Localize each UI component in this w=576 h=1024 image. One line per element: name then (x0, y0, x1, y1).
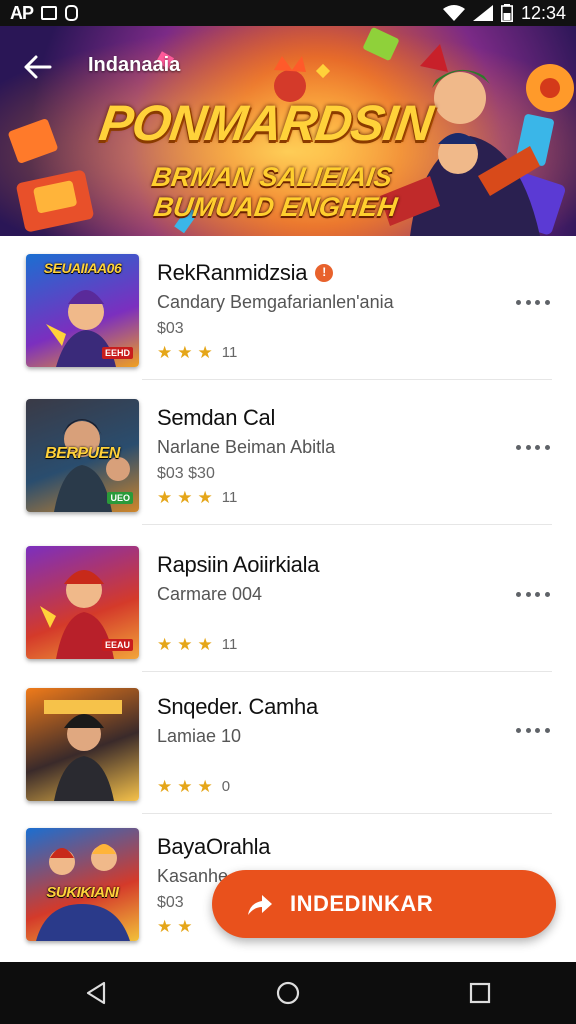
thumbnail-art (44, 700, 122, 801)
star-icon: ★ (177, 635, 193, 654)
notification-icon (41, 6, 58, 20)
star-icon: ★ (157, 343, 173, 362)
app-thumbnail: BERPUEN UEO (26, 399, 139, 512)
more-options-button[interactable] (516, 439, 550, 455)
sync-icon (65, 5, 79, 21)
back-button[interactable] (20, 52, 56, 82)
star-icon: ★ (197, 488, 213, 507)
nav-home-button[interactable] (258, 963, 318, 1023)
rating: ★ ★ ★ 11 (157, 344, 237, 361)
thumbnail-title: SEUAIIAA06 (43, 260, 122, 276)
rating-value: 11 (221, 636, 238, 653)
rating: ★ ★ ★ 11 (157, 636, 237, 653)
list-item[interactable]: Snqeder. Camha Lamiae 10 ★ ★ ★ 0 (0, 670, 576, 814)
home-circle-icon (276, 981, 300, 1005)
rating-value: 11 (221, 489, 238, 506)
star-icon: ★ (177, 917, 193, 936)
app-thumbnail: SEUAIIAA06 EEHD (26, 254, 139, 367)
banner-headline: PONMARDSIN (96, 95, 436, 151)
status-bar: AP 12:34 (0, 0, 576, 26)
star-icon: ★ (197, 343, 213, 362)
thumbnail-badge: EEAU (101, 639, 133, 651)
list-item[interactable]: EEAU Rapsiin Aoiirkiala Carmare 004 ★ ★ … (0, 528, 576, 672)
thumbnail-badge: UEO (107, 492, 133, 504)
star-icon: ★ (177, 488, 193, 507)
fab-label: INDEDINKAR (290, 891, 434, 916)
rating-value: 0 (221, 778, 231, 795)
app-title: BayaOrahla (157, 834, 271, 859)
thumbnail-title: SUKIKIANI (46, 884, 119, 901)
star-icon: ★ (197, 635, 213, 654)
thumbnail-title: BERPUEN (45, 445, 120, 462)
app-thumbnail (26, 688, 139, 801)
app-subtitle: Lamiae 10 (157, 726, 242, 746)
rating-value: 11 (221, 344, 238, 361)
star-icon: ★ (157, 777, 173, 796)
more-options-button[interactable] (516, 586, 550, 602)
list-item[interactable]: SEUAIIAA06 EEHD RekRanmidzsia Candary Be… (0, 236, 576, 380)
banner-subline-2: BUMUAD ENGHEH (151, 192, 400, 222)
hero-banner: Indanaaia PONMARDSIN BRMAN SALIEIAIS BUM… (0, 26, 576, 236)
app-subtitle: Candary Bemgafarianlen'ania (157, 292, 394, 312)
rating: ★ ★ ★ 11 (157, 489, 237, 506)
system-nav-bar (0, 962, 576, 1024)
install-fab-button[interactable]: INDEDINKAR (212, 870, 556, 938)
verified-icon (315, 264, 334, 282)
divider (142, 379, 552, 380)
app-thumbnail: SUKIKIANI (26, 828, 139, 941)
app-price: $03 (157, 894, 184, 911)
share-arrow-icon (248, 895, 272, 915)
app-subtitle: Narlane Beiman Abitla (157, 437, 336, 457)
app-title: Snqeder. Camha (157, 694, 318, 719)
star-icon: ★ (157, 488, 173, 507)
star-icon: ★ (157, 917, 173, 936)
star-icon: ★ (177, 343, 193, 362)
thumbnail-badge: EEHD (101, 347, 133, 359)
back-triangle-icon (86, 981, 106, 1005)
list-item[interactable]: BERPUEN UEO Semdan Cal Narlane Beiman Ab… (0, 381, 576, 525)
banner-subline-1: BRMAN SALIEIAIS (149, 162, 395, 192)
app-thumbnail: EEAU (26, 546, 139, 659)
star-icon: ★ (157, 635, 173, 654)
app-title: Rapsiin Aoiirkiala (157, 552, 320, 577)
app-price: $03 $30 (157, 465, 215, 482)
app-title: RekRanmidzsia (157, 260, 308, 285)
app-title: Semdan Cal (157, 405, 276, 430)
signal-icon (472, 5, 493, 21)
banner-app-title: Indanaaia (88, 54, 181, 76)
divider (142, 524, 552, 525)
status-indicator: AP (10, 2, 34, 23)
star-icon: ★ (177, 777, 193, 796)
battery-icon (500, 4, 513, 22)
app-subtitle: Carmare 004 (157, 584, 263, 604)
more-options-button[interactable] (516, 722, 550, 738)
wifi-icon (442, 5, 465, 21)
status-time: 12:34 (520, 2, 566, 23)
star-icon: ★ (197, 777, 213, 796)
rating: ★ ★ ★ 0 (157, 778, 230, 795)
recents-square-icon (469, 982, 491, 1004)
app-price: $03 (157, 320, 184, 337)
nav-recents-button[interactable] (450, 963, 510, 1023)
more-options-button[interactable] (516, 294, 550, 310)
nav-back-button[interactable] (66, 963, 126, 1023)
rating: ★ ★ (157, 918, 193, 935)
